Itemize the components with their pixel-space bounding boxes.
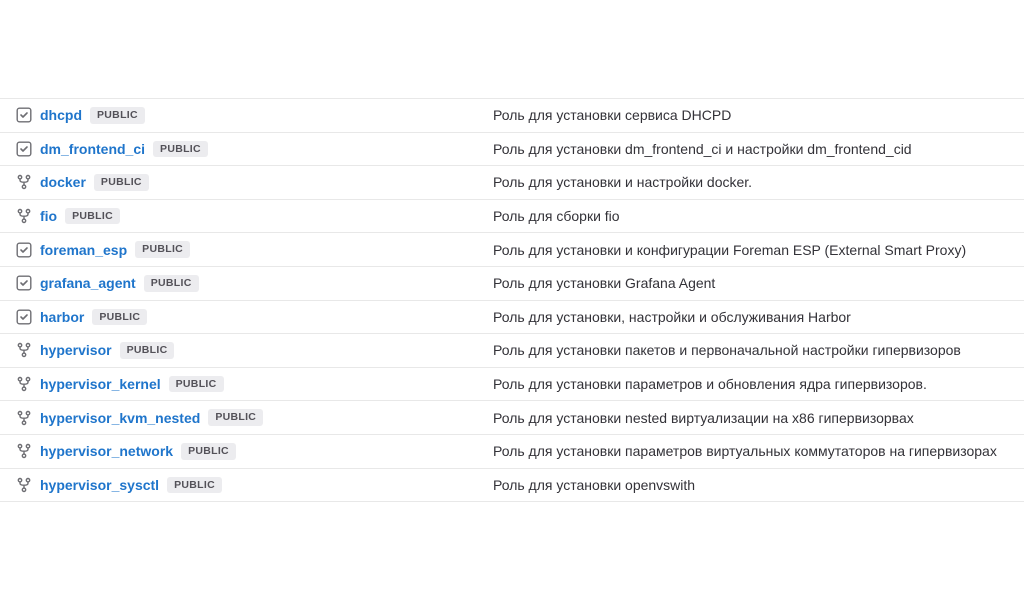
repo-description: Роль для установки пакетов и первоначаль… xyxy=(493,342,1024,358)
repo-link[interactable]: hypervisor_kvm_nested xyxy=(40,410,200,426)
repo-left: fio PUBLIC xyxy=(16,208,493,225)
repo-left: dhcpd PUBLIC xyxy=(16,107,493,124)
repo-left: dm_frontend_ci PUBLIC xyxy=(16,141,493,158)
repo-row: foreman_esp PUBLIC Роль для установки и ко… xyxy=(0,233,1024,267)
repo-description: Роль для установки и настройки docker. xyxy=(493,174,1024,190)
repo-row: hypervisor_kvm_nested PUBLIC Роль для уста… xyxy=(0,401,1024,435)
repo-row: hypervisor_sysctl PUBLIC Роль для установк… xyxy=(0,469,1024,503)
repo-description: Роль для установки dm_frontend_ci и наст… xyxy=(493,141,1024,157)
project-icon xyxy=(16,242,32,258)
repo-left: foreman_esp PUBLIC xyxy=(16,241,493,258)
repo-row: harbor PUBLIC Роль для установки, настройк… xyxy=(0,301,1024,335)
repo-row: grafana_agent PUBLIC Роль для установки Gr… xyxy=(0,267,1024,301)
repo-left: hypervisor PUBLIC xyxy=(16,342,493,359)
repo-link[interactable]: harbor xyxy=(40,309,84,325)
repo-left: hypervisor_network PUBLIC xyxy=(16,443,493,460)
repo-left: grafana_agent PUBLIC xyxy=(16,275,493,292)
repository-list: dhcpd PUBLIC Роль для установки сервиса DH… xyxy=(0,98,1024,502)
fork-icon xyxy=(16,443,32,459)
repo-description: Роль для установки, настройки и обслужив… xyxy=(493,309,1024,325)
repo-row: fio PUBLIC Роль для сборки fio xyxy=(0,200,1024,234)
repo-left: hypervisor_kvm_nested PUBLIC xyxy=(16,409,493,426)
repo-row: dhcpd PUBLIC Роль для установки сервиса DH… xyxy=(0,99,1024,133)
fork-icon xyxy=(16,342,32,358)
repo-link[interactable]: dhcpd xyxy=(40,107,82,123)
visibility-badge: PUBLIC xyxy=(208,409,263,426)
repo-description: Роль для установки nested виртуализации … xyxy=(493,410,1024,426)
repo-row: hypervisor_kernel PUBLIC Роль для установк… xyxy=(0,368,1024,402)
repo-row: hypervisor PUBLIC Роль для установки пакет… xyxy=(0,334,1024,368)
fork-icon xyxy=(16,174,32,190)
visibility-badge: PUBLIC xyxy=(90,107,145,124)
fork-icon xyxy=(16,376,32,392)
repo-left: hypervisor_sysctl PUBLIC xyxy=(16,477,493,494)
project-icon xyxy=(16,141,32,157)
fork-icon xyxy=(16,208,32,224)
repo-link[interactable]: foreman_esp xyxy=(40,242,127,258)
top-spacer xyxy=(0,0,1024,98)
visibility-badge: PUBLIC xyxy=(181,443,236,460)
repo-description: Роль для установки Grafana Agent xyxy=(493,275,1024,291)
repo-link[interactable]: docker xyxy=(40,174,86,190)
project-icon xyxy=(16,309,32,325)
repo-row: dm_frontend_ci PUBLIC Роль для установки d… xyxy=(0,133,1024,167)
visibility-badge: PUBLIC xyxy=(92,309,147,326)
repo-description: Роль для установки параметров и обновлен… xyxy=(493,376,1024,392)
visibility-badge: PUBLIC xyxy=(135,241,190,258)
fork-icon xyxy=(16,410,32,426)
repo-link[interactable]: grafana_agent xyxy=(40,275,136,291)
repo-left: harbor PUBLIC xyxy=(16,309,493,326)
project-icon xyxy=(16,107,32,123)
repo-description: Роль для установки сервиса DHCPD xyxy=(493,107,1024,123)
fork-icon xyxy=(16,477,32,493)
visibility-badge: PUBLIC xyxy=(144,275,199,292)
repo-row: docker PUBLIC Роль для установки и настрой… xyxy=(0,166,1024,200)
repo-link[interactable]: hypervisor_sysctl xyxy=(40,477,159,493)
visibility-badge: PUBLIC xyxy=(167,477,222,494)
repo-link[interactable]: hypervisor_network xyxy=(40,443,173,459)
repo-link[interactable]: hypervisor_kernel xyxy=(40,376,161,392)
repo-left: docker PUBLIC xyxy=(16,174,493,191)
repo-row: hypervisor_network PUBLIC Роль для установ… xyxy=(0,435,1024,469)
repo-link[interactable]: fio xyxy=(40,208,57,224)
visibility-badge: PUBLIC xyxy=(153,141,208,158)
visibility-badge: PUBLIC xyxy=(94,174,149,191)
repo-description: Роль для сборки fio xyxy=(493,208,1024,224)
repo-link[interactable]: dm_frontend_ci xyxy=(40,141,145,157)
visibility-badge: PUBLIC xyxy=(169,376,224,393)
repo-link[interactable]: hypervisor xyxy=(40,342,112,358)
visibility-badge: PUBLIC xyxy=(120,342,175,359)
repo-description: Роль для установки параметров виртуальны… xyxy=(493,443,1024,459)
repo-description: Роль для установки openvswith xyxy=(493,477,1024,493)
project-icon xyxy=(16,275,32,291)
visibility-badge: PUBLIC xyxy=(65,208,120,225)
repo-left: hypervisor_kernel PUBLIC xyxy=(16,376,493,393)
repo-description: Роль для установки и конфигурации Forema… xyxy=(493,242,1024,258)
